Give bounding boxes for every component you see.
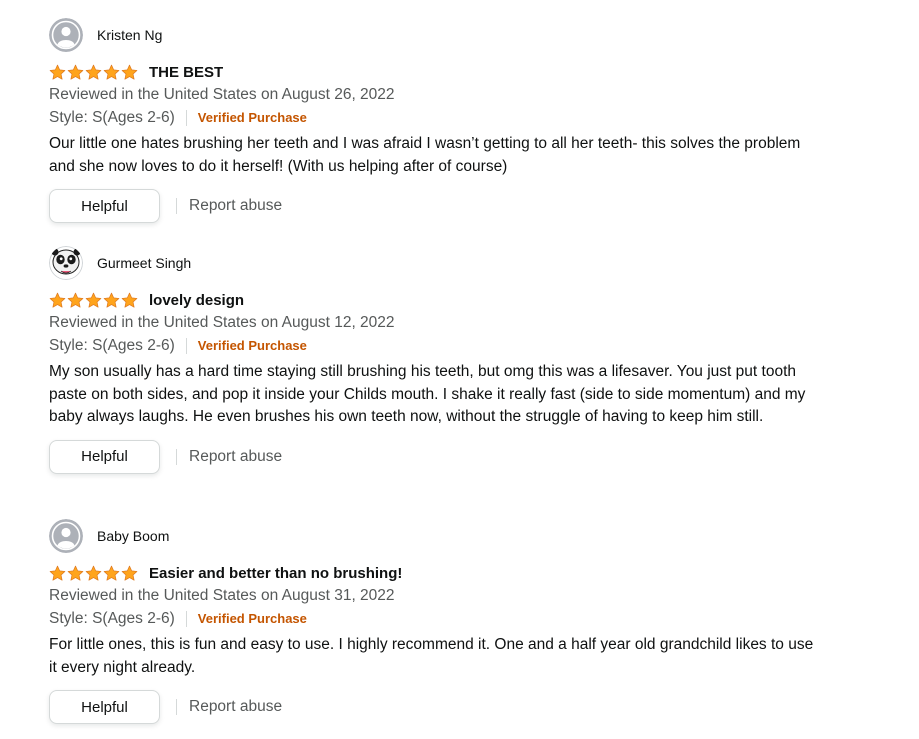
review-meta: Style: S(Ages 2-6) Verified Purchase	[49, 107, 849, 129]
star-icon	[85, 64, 102, 80]
divider	[176, 198, 177, 214]
rating-line: THE BEST	[49, 61, 849, 83]
star-icon	[103, 64, 120, 80]
star-icon	[103, 565, 120, 581]
verified-purchase-badge[interactable]: Verified Purchase	[198, 608, 307, 630]
default-user-avatar-icon	[49, 18, 83, 52]
product-style[interactable]: Style: S(Ages 2-6)	[49, 608, 175, 630]
helpful-button[interactable]: Helpful	[49, 189, 160, 223]
star-icon	[67, 64, 84, 80]
star-icon	[121, 565, 138, 581]
review-item: Kristen Ng THE BEST Reviewed in the Unit…	[49, 17, 849, 223]
review-actions: Helpful Report abuse	[49, 189, 849, 223]
review-body: Our little one hates brushing her teeth …	[49, 135, 801, 175]
report-abuse-link[interactable]: Report abuse	[189, 448, 282, 466]
star-rating[interactable]	[49, 292, 141, 309]
star-icon	[85, 292, 102, 308]
star-icon	[121, 292, 138, 308]
divider	[176, 699, 177, 715]
star-icon	[103, 292, 120, 308]
reviewer-profile[interactable]: Baby Boom	[49, 518, 849, 554]
verified-purchase-badge[interactable]: Verified Purchase	[198, 335, 307, 357]
review-body: My son usually has a hard time staying s…	[49, 363, 806, 425]
star-icon	[67, 292, 84, 308]
review-actions: Helpful Report abuse	[49, 690, 849, 724]
default-user-avatar-icon	[49, 519, 83, 553]
divider	[185, 338, 187, 354]
review-date: Reviewed in the United States on August …	[49, 587, 395, 604]
helpful-button[interactable]: Helpful	[49, 690, 160, 724]
star-icon	[121, 64, 138, 80]
review-item: Gurmeet Singh lovely design Reviewed in …	[49, 245, 849, 474]
review-item: Baby Boom Easier and better than no brus…	[49, 518, 849, 724]
review-date: Reviewed in the United States on August …	[49, 314, 395, 331]
review-meta: Style: S(Ages 2-6) Verified Purchase	[49, 335, 849, 357]
star-icon	[85, 565, 102, 581]
reviewer-name[interactable]: Baby Boom	[97, 528, 169, 544]
star-icon	[49, 565, 66, 581]
helpful-button[interactable]: Helpful	[49, 439, 160, 474]
rating-line: Easier and better than no brushing!	[49, 562, 849, 584]
star-rating[interactable]	[49, 565, 141, 582]
product-style[interactable]: Style: S(Ages 2-6)	[49, 107, 175, 129]
reviewer-profile[interactable]: Gurmeet Singh	[49, 245, 849, 281]
star-icon	[67, 565, 84, 581]
report-abuse-link[interactable]: Report abuse	[189, 197, 282, 215]
review-title[interactable]: lovely design	[149, 292, 244, 309]
reviewer-name[interactable]: Gurmeet Singh	[97, 255, 191, 271]
reviewer-name[interactable]: Kristen Ng	[97, 27, 162, 43]
divider	[176, 448, 177, 465]
report-abuse-link[interactable]: Report abuse	[189, 698, 282, 716]
star-icon	[49, 292, 66, 308]
rating-line: lovely design	[49, 289, 849, 311]
star-icon	[49, 64, 66, 80]
cartoon-panda-avatar-icon	[49, 246, 83, 280]
divider	[185, 110, 187, 126]
star-rating[interactable]	[49, 64, 141, 81]
review-body: For little ones, this is fun and easy to…	[49, 636, 814, 676]
review-meta: Style: S(Ages 2-6) Verified Purchase	[49, 608, 849, 630]
product-style[interactable]: Style: S(Ages 2-6)	[49, 335, 175, 357]
review-actions: Helpful Report abuse	[49, 439, 849, 474]
reviewer-profile[interactable]: Kristen Ng	[49, 17, 849, 53]
divider	[185, 611, 187, 627]
review-date: Reviewed in the United States on August …	[49, 86, 395, 103]
review-title[interactable]: Easier and better than no brushing!	[149, 565, 402, 582]
review-title[interactable]: THE BEST	[149, 64, 223, 81]
verified-purchase-badge[interactable]: Verified Purchase	[198, 107, 307, 129]
